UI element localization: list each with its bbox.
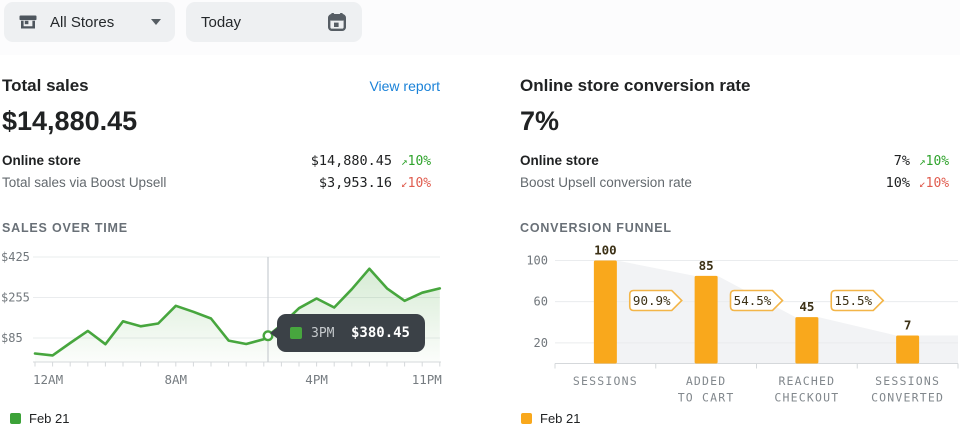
tooltip-value: $380.45	[351, 325, 410, 341]
bar-value-label: 85	[699, 258, 714, 273]
arrow-down-icon: ↙	[919, 177, 926, 190]
y-axis-label: 20	[534, 336, 548, 350]
category-label: REACHED	[778, 374, 835, 388]
delta-badge: ↗10%	[392, 154, 440, 169]
total-sales-title: Total sales	[2, 76, 89, 96]
conversion-rate-title: Online store conversion rate	[520, 76, 751, 96]
sales-over-time-heading: SALES OVER TIME	[2, 221, 440, 235]
row-value: 7%	[814, 153, 910, 169]
row-label: Online store	[520, 153, 814, 168]
arrow-down-icon: ↙	[401, 177, 408, 190]
tooltip-series-swatch	[290, 327, 302, 339]
funnel-bar[interactable]	[695, 276, 718, 364]
legend-label: Feb 21	[540, 411, 580, 426]
drop-rate-label: 90.9%	[633, 293, 671, 308]
category-label: CHECKOUT	[774, 391, 839, 405]
bar-value-label: 45	[799, 299, 814, 314]
chevron-down-icon	[151, 19, 161, 25]
x-axis-label: 11PM	[412, 372, 442, 387]
bar-value-label: 7	[904, 318, 912, 333]
row-value: 10%	[814, 175, 910, 191]
sales-chart-legend: Feb 21	[10, 411, 69, 426]
date-selector-button[interactable]: Today	[186, 2, 362, 42]
conversion-row-online-store: Online store 7% ↗10%	[520, 153, 958, 175]
arrow-up-icon: ↗	[401, 155, 408, 168]
arrow-up-icon: ↗	[919, 155, 926, 168]
row-label: Online store	[2, 153, 296, 168]
drop-rate-label: 54.5%	[734, 293, 772, 308]
row-value: $14,880.45	[296, 153, 392, 169]
sales-row-boost-upsell: Total sales via Boost Upsell $3,953.16 ↙…	[2, 175, 440, 197]
x-axis-ticks	[35, 362, 440, 367]
conversion-funnel-chart[interactable]: 20 60 100 100 85 45 7 90.9% 54.5% 15.5% SESSIONS AD…	[470, 245, 960, 413]
legend-label: Feb 21	[29, 411, 69, 426]
sales-row-online-store: Online store $14,880.45 ↗10%	[2, 153, 440, 175]
x-axis-label: 12AM	[33, 372, 63, 387]
y-axis-label: $255	[1, 291, 30, 305]
conversion-row-boost-upsell: Boost Upsell conversion rate 10% ↙10%	[520, 175, 958, 197]
funnel-bar[interactable]	[594, 260, 617, 363]
delta-badge: ↗10%	[910, 154, 958, 169]
row-value: $3,953.16	[296, 175, 392, 191]
chart-tooltip: 3PM $380.45	[277, 314, 425, 352]
x-axis-label: 8AM	[165, 372, 188, 387]
total-sales-panel: Total sales View report $14,880.45 Onlin…	[2, 76, 440, 235]
legend-swatch-green	[10, 413, 21, 424]
top-filter-bar: All Stores Today	[0, 0, 960, 55]
total-sales-value: $14,880.45	[2, 106, 440, 137]
y-axis-label: $85	[1, 331, 23, 345]
y-axis-label: 60	[534, 295, 548, 309]
category-label: ADDED	[686, 374, 727, 388]
store-selector-label: All Stores	[50, 14, 114, 31]
calendar-icon	[327, 12, 347, 32]
drop-rate-label: 15.5%	[834, 293, 872, 308]
conversion-rate-value: 7%	[520, 106, 958, 137]
funnel-chart-legend: Feb 21	[521, 411, 580, 426]
x-axis-label: 4PM	[305, 372, 328, 387]
view-report-link[interactable]: View report	[369, 78, 440, 94]
category-label: SESSIONS	[573, 374, 638, 388]
delta-badge: ↙10%	[910, 176, 958, 191]
row-label: Total sales via Boost Upsell	[2, 175, 296, 190]
y-axis-label: $425	[1, 250, 30, 264]
funnel-bar[interactable]	[896, 336, 919, 364]
store-selector-button[interactable]: All Stores	[4, 2, 175, 42]
conversion-rate-panel: Online store conversion rate 7% Online s…	[520, 76, 958, 235]
conversion-funnel-heading: CONVERSION FUNNEL	[520, 221, 958, 235]
row-label: Boost Upsell conversion rate	[520, 175, 814, 190]
storefront-icon	[18, 12, 38, 32]
legend-swatch-orange	[521, 413, 532, 424]
y-axis-label: 100	[526, 253, 548, 267]
tooltip-time: 3PM	[311, 326, 334, 341]
bar-value-label: 100	[594, 245, 617, 257]
funnel-bar[interactable]	[795, 317, 818, 363]
category-label: TO CART	[678, 391, 735, 405]
date-selector-label: Today	[201, 14, 241, 31]
delta-badge: ↙10%	[392, 176, 440, 191]
category-label: SESSIONS	[875, 374, 940, 388]
category-label: CONVERTED	[871, 391, 944, 405]
